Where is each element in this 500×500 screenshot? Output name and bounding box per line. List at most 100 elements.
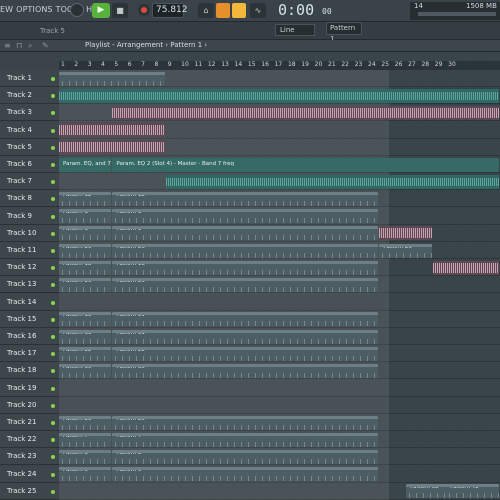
audio-clip[interactable] (59, 88, 499, 103)
audio-clip[interactable] (379, 226, 432, 241)
track-mute-led[interactable] (51, 128, 55, 133)
pattern-clip[interactable]: Pattern 41 (446, 484, 499, 499)
pattern-clip[interactable]: Pattern 19 (112, 312, 379, 327)
metronome-button[interactable]: ⌂ (198, 3, 214, 18)
pattern-clip[interactable]: Pattern 7 (112, 432, 379, 447)
track-mute-led[interactable] (51, 352, 55, 357)
track-mute-led[interactable] (51, 77, 55, 81)
pattern-clip[interactable]: Pattern 22 (59, 346, 112, 361)
snap-select[interactable]: Line (275, 24, 315, 36)
track-header[interactable]: Track 1 (0, 70, 59, 87)
track-header[interactable]: Track 17 (0, 345, 59, 363)
track-header[interactable]: Track 22 (0, 431, 59, 449)
automation-clip[interactable]: Param. EQ 2 (Slot 4) - Master - Band 7 f… (112, 157, 499, 172)
track-header[interactable]: Track 20 (0, 396, 59, 414)
track-mute-led[interactable] (51, 249, 55, 253)
track-mute-led[interactable] (51, 266, 55, 271)
pattern-clip[interactable]: Pattern 25 (112, 415, 379, 430)
track-mute-led[interactable] (51, 386, 55, 391)
automation-clip[interactable]: Param. EQ, and 7 freq (59, 157, 112, 172)
track-mute-led[interactable] (51, 455, 55, 460)
pattern-clip[interactable]: Pattern 8 (59, 449, 112, 464)
track-header[interactable]: Track 11 (0, 242, 59, 259)
playlist-grid[interactable]: Param. EQ, and 7 freq Param. EQ 2 (Slot 4… (59, 52, 500, 500)
pattern-clip[interactable]: Pattern 18 (59, 260, 112, 275)
timeline-ruler[interactable]: 1 2 3 4 5 6 7 8 9 10 11 12 13 14 15 16 17 18 19 20 21 22 23 24 2… (59, 61, 500, 70)
pattern-clip[interactable]: Pattern 3 (112, 226, 379, 241)
magnet-icon[interactable]: ⊓ (16, 41, 22, 50)
audio-clip[interactable] (165, 174, 499, 189)
track-header[interactable]: Track 7 (0, 173, 59, 191)
track-mute-led[interactable] (51, 231, 55, 236)
track-header[interactable]: Track 5 (0, 138, 59, 156)
audio-clip[interactable] (432, 260, 499, 275)
track-mute-led[interactable] (51, 421, 55, 425)
pattern-clip[interactable]: Pattern 7 (59, 432, 112, 447)
pattern-clip[interactable]: Pattern 1 (112, 209, 379, 224)
menu-options[interactable]: OPTIONS (16, 5, 52, 14)
play-button[interactable]: ▶ (92, 3, 110, 18)
track-header[interactable]: Track 9 (0, 207, 59, 225)
pattern-clip[interactable]: Pattern 1 (59, 209, 112, 224)
track-mute-led[interactable] (51, 300, 55, 305)
track-header[interactable]: Track 15 (0, 310, 59, 328)
pattern-clip[interactable]: Pattern 30 (112, 363, 379, 378)
stop-button[interactable]: ■ (112, 3, 128, 18)
track-header[interactable]: Track 4 (0, 121, 59, 139)
track-mute-led[interactable] (51, 335, 55, 339)
track-header[interactable]: Track 3 (0, 104, 59, 122)
pattern-clip[interactable]: Pattern 3 (59, 226, 112, 241)
tempo-display[interactable]: 75.812 (152, 3, 188, 18)
pattern-clip[interactable]: Pattern 26 (379, 243, 432, 258)
track-header[interactable]: Track 14 (0, 293, 59, 311)
pattern-clip[interactable]: Pattern 18 (112, 260, 379, 275)
pattern-clip[interactable]: Pattern 9 (59, 467, 112, 482)
pattern-clip[interactable]: Pattern 19 (59, 312, 112, 327)
pattern-select[interactable]: Pattern 1 (326, 22, 362, 43)
track-header[interactable]: Track 24 (0, 465, 59, 483)
record-button[interactable] (138, 4, 150, 16)
track-header[interactable]: Track 21 (0, 414, 59, 431)
track-mute-led[interactable] (51, 403, 55, 408)
track-header[interactable]: Track 6 (0, 156, 59, 173)
pattern-clip[interactable]: Pattern 11 (59, 329, 112, 344)
track-mute-led[interactable] (51, 180, 55, 185)
pattern-clip[interactable]: Pattern 12 (112, 191, 379, 206)
track-header[interactable]: Track 16 (0, 328, 59, 345)
track-mute-led[interactable] (51, 111, 55, 116)
pattern-clip[interactable]: Pattern 22 (112, 346, 379, 361)
track-header[interactable]: Track 12 (0, 259, 59, 277)
pattern-clip[interactable]: Pattern 20 (112, 277, 379, 292)
menu-view[interactable]: EW (0, 5, 13, 14)
track-mute-led[interactable] (51, 369, 55, 374)
track-mute-led[interactable] (51, 472, 55, 477)
audio-clip[interactable] (59, 140, 165, 155)
track-mute-led[interactable] (51, 214, 55, 219)
track-mute-led[interactable] (51, 197, 55, 202)
pattern-clip[interactable]: Pattern 26 (112, 243, 379, 258)
pattern-clip[interactable]: Pattern 20 (59, 277, 112, 292)
pattern-clip[interactable]: Pattern 26 (59, 243, 112, 258)
track-header[interactable]: Track 25 (0, 482, 59, 500)
track-mute-led[interactable] (51, 489, 55, 494)
pattern-clip[interactable]: Pattern 11 (112, 329, 379, 344)
track-header[interactable]: Track 8 (0, 190, 59, 208)
snap-button[interactable]: ∿ (250, 3, 266, 18)
menu-arrow-icon[interactable]: ≡ (4, 41, 11, 50)
pattern-mode-button[interactable] (232, 3, 246, 18)
track-header[interactable]: Track 19 (0, 379, 59, 397)
pattern-clip[interactable]: Pattern 25 (59, 415, 112, 430)
pattern-clip[interactable]: Pattern 9 (112, 467, 379, 482)
audio-clip[interactable] (112, 105, 499, 120)
track-header[interactable]: Track 10 (0, 224, 59, 242)
track-mute-led[interactable] (51, 438, 55, 443)
pattern-clip[interactable]: Pattern 12 (59, 191, 112, 206)
master-volume-knob[interactable] (70, 3, 84, 17)
pattern-clip[interactable] (59, 71, 165, 86)
track-header[interactable]: Track 13 (0, 276, 59, 294)
track-header[interactable]: Track 2 (0, 87, 59, 105)
track-mute-led[interactable] (51, 94, 55, 99)
track-header[interactable]: Track 18 (0, 362, 59, 380)
pattern-clip[interactable]: Pattern 30 (59, 363, 112, 378)
track-mute-led[interactable] (51, 283, 55, 288)
